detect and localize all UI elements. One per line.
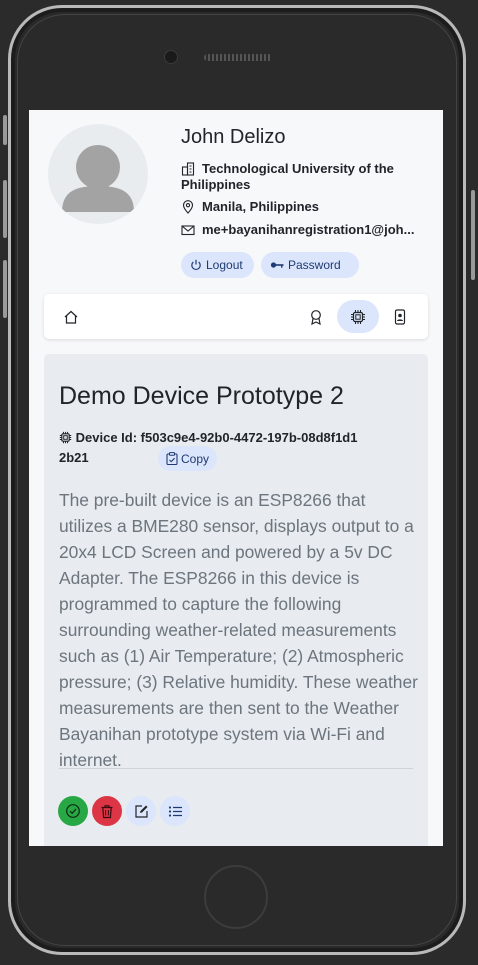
device-description: The pre-built device is an ESP8266 that … [59,490,418,770]
power-icon [191,259,201,270]
university-row: Technological University of the Philippi… [181,161,421,193]
university-text: Technological University of the Philippi… [181,161,394,192]
check-circle-icon [66,804,80,818]
nav-profile[interactable] [385,294,415,339]
map-pin-icon [182,200,194,214]
user-silhouette-icon [62,145,134,212]
device-id-label: Device Id: [75,430,138,445]
password-label: Password [288,258,341,272]
email-text: me+bayanihanregistration1@joh... [202,222,415,237]
phone-badge-icon [394,308,406,325]
edit-icon [134,804,148,818]
front-camera [164,50,178,64]
envelope-icon [181,225,195,236]
award-icon [311,309,321,325]
earpiece-speaker [204,54,272,61]
card-divider [59,768,413,769]
nav-home[interactable] [56,294,86,339]
bottom-nav [44,294,428,339]
phone-side-button [3,260,7,318]
cpu-icon [59,431,72,444]
home-button[interactable] [204,865,268,929]
phone-side-button [471,190,475,280]
copy-label: Copy [181,451,210,466]
nav-devices[interactable] [343,294,373,339]
copy-button[interactable]: Copy [158,446,218,471]
location-text: Manila, Philippines [202,199,320,214]
edit-button[interactable] [126,796,156,826]
profile-name: John Delizo [181,126,286,148]
activate-button[interactable] [58,796,88,826]
list-icon [168,805,182,817]
details-button[interactable] [160,796,190,826]
cpu-icon [351,309,365,324]
password-button[interactable]: Password [261,252,359,278]
nav-awards[interactable] [301,294,331,339]
phone-side-button [3,115,7,145]
device-title: Demo Device Prototype 2 [59,382,344,410]
home-icon [64,310,78,324]
app-screen: John Delizo Technological University of … [29,110,443,846]
phone-side-button [3,180,7,238]
logout-label: Logout [206,258,243,272]
building-icon [181,162,195,176]
trash-icon [101,804,113,818]
logout-button[interactable]: Logout [181,252,254,278]
delete-button[interactable] [92,796,122,826]
email-row: me+bayanihanregistration1@joh... [181,222,414,238]
avatar [48,124,148,224]
location-row: Manila, Philippines [181,199,319,215]
key-icon [270,262,284,268]
clipboard-icon [166,452,178,465]
device-card: Demo Device Prototype 2 Device Id: f503c… [44,354,428,846]
